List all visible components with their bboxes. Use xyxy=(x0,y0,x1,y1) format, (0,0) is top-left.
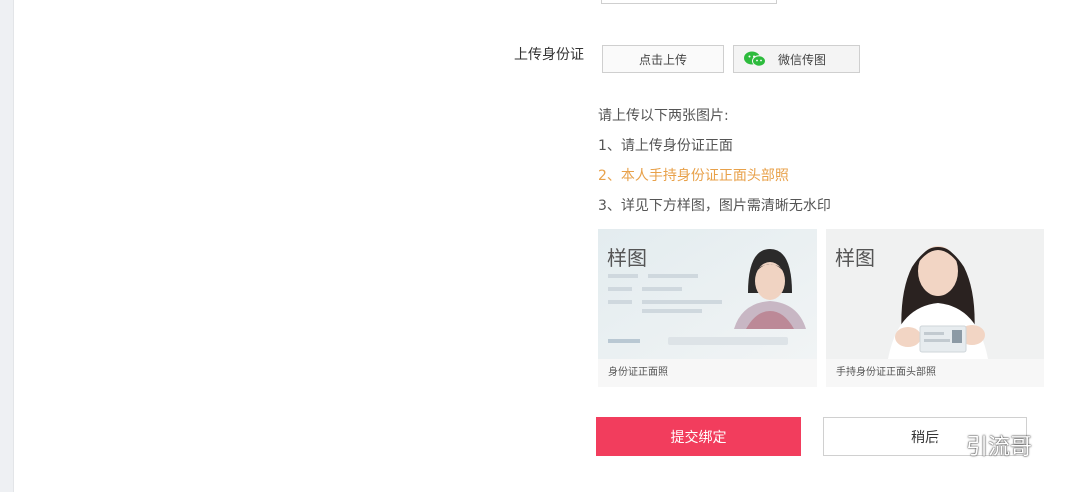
wechat-upload-button[interactable]: 微信传图 xyxy=(733,45,860,73)
sample-caption: 手持身份证正面头部照 xyxy=(826,359,1044,387)
sample-card-holding-id: 样图 手持身份证正面头部照 xyxy=(826,229,1044,387)
submit-bind-label: 提交绑定 xyxy=(670,429,727,446)
sample-card-id-front: 样图 身份证正面照 xyxy=(598,229,817,387)
instructions-heading: 请上传以下两张图片: xyxy=(598,108,729,124)
instruction-item: 3、详见下方样图，图片需清晰无水印 xyxy=(598,198,831,214)
sample-tag: 样图 xyxy=(607,246,647,270)
watermark: 引流哥 xyxy=(934,429,1032,461)
click-upload-label: 点击上传 xyxy=(638,52,687,67)
previous-input-field[interactable] xyxy=(601,0,777,4)
watermark-text: 引流哥 xyxy=(966,435,1033,460)
wechat-icon xyxy=(744,51,766,67)
wechat-watermark-icon xyxy=(934,434,960,456)
sample-caption: 身份证正面照 xyxy=(598,359,817,387)
wechat-upload-label: 微信传图 xyxy=(778,52,827,67)
instruction-item: 1、请上传身份证正面 xyxy=(598,138,733,154)
upload-instructions: 请上传以下两张图片: 1、请上传身份证正面 2、本人手持身份证正面头部照 3、详… xyxy=(598,101,831,221)
submit-bind-button[interactable]: 提交绑定 xyxy=(596,417,801,456)
upload-id-label: 上传身份证 xyxy=(514,47,584,63)
sample-tag: 样图 xyxy=(835,246,875,270)
left-rail xyxy=(0,0,14,492)
click-upload-button[interactable]: 点击上传 xyxy=(602,45,724,73)
instruction-item-highlight: 2、本人手持身份证正面头部照 xyxy=(598,168,789,184)
